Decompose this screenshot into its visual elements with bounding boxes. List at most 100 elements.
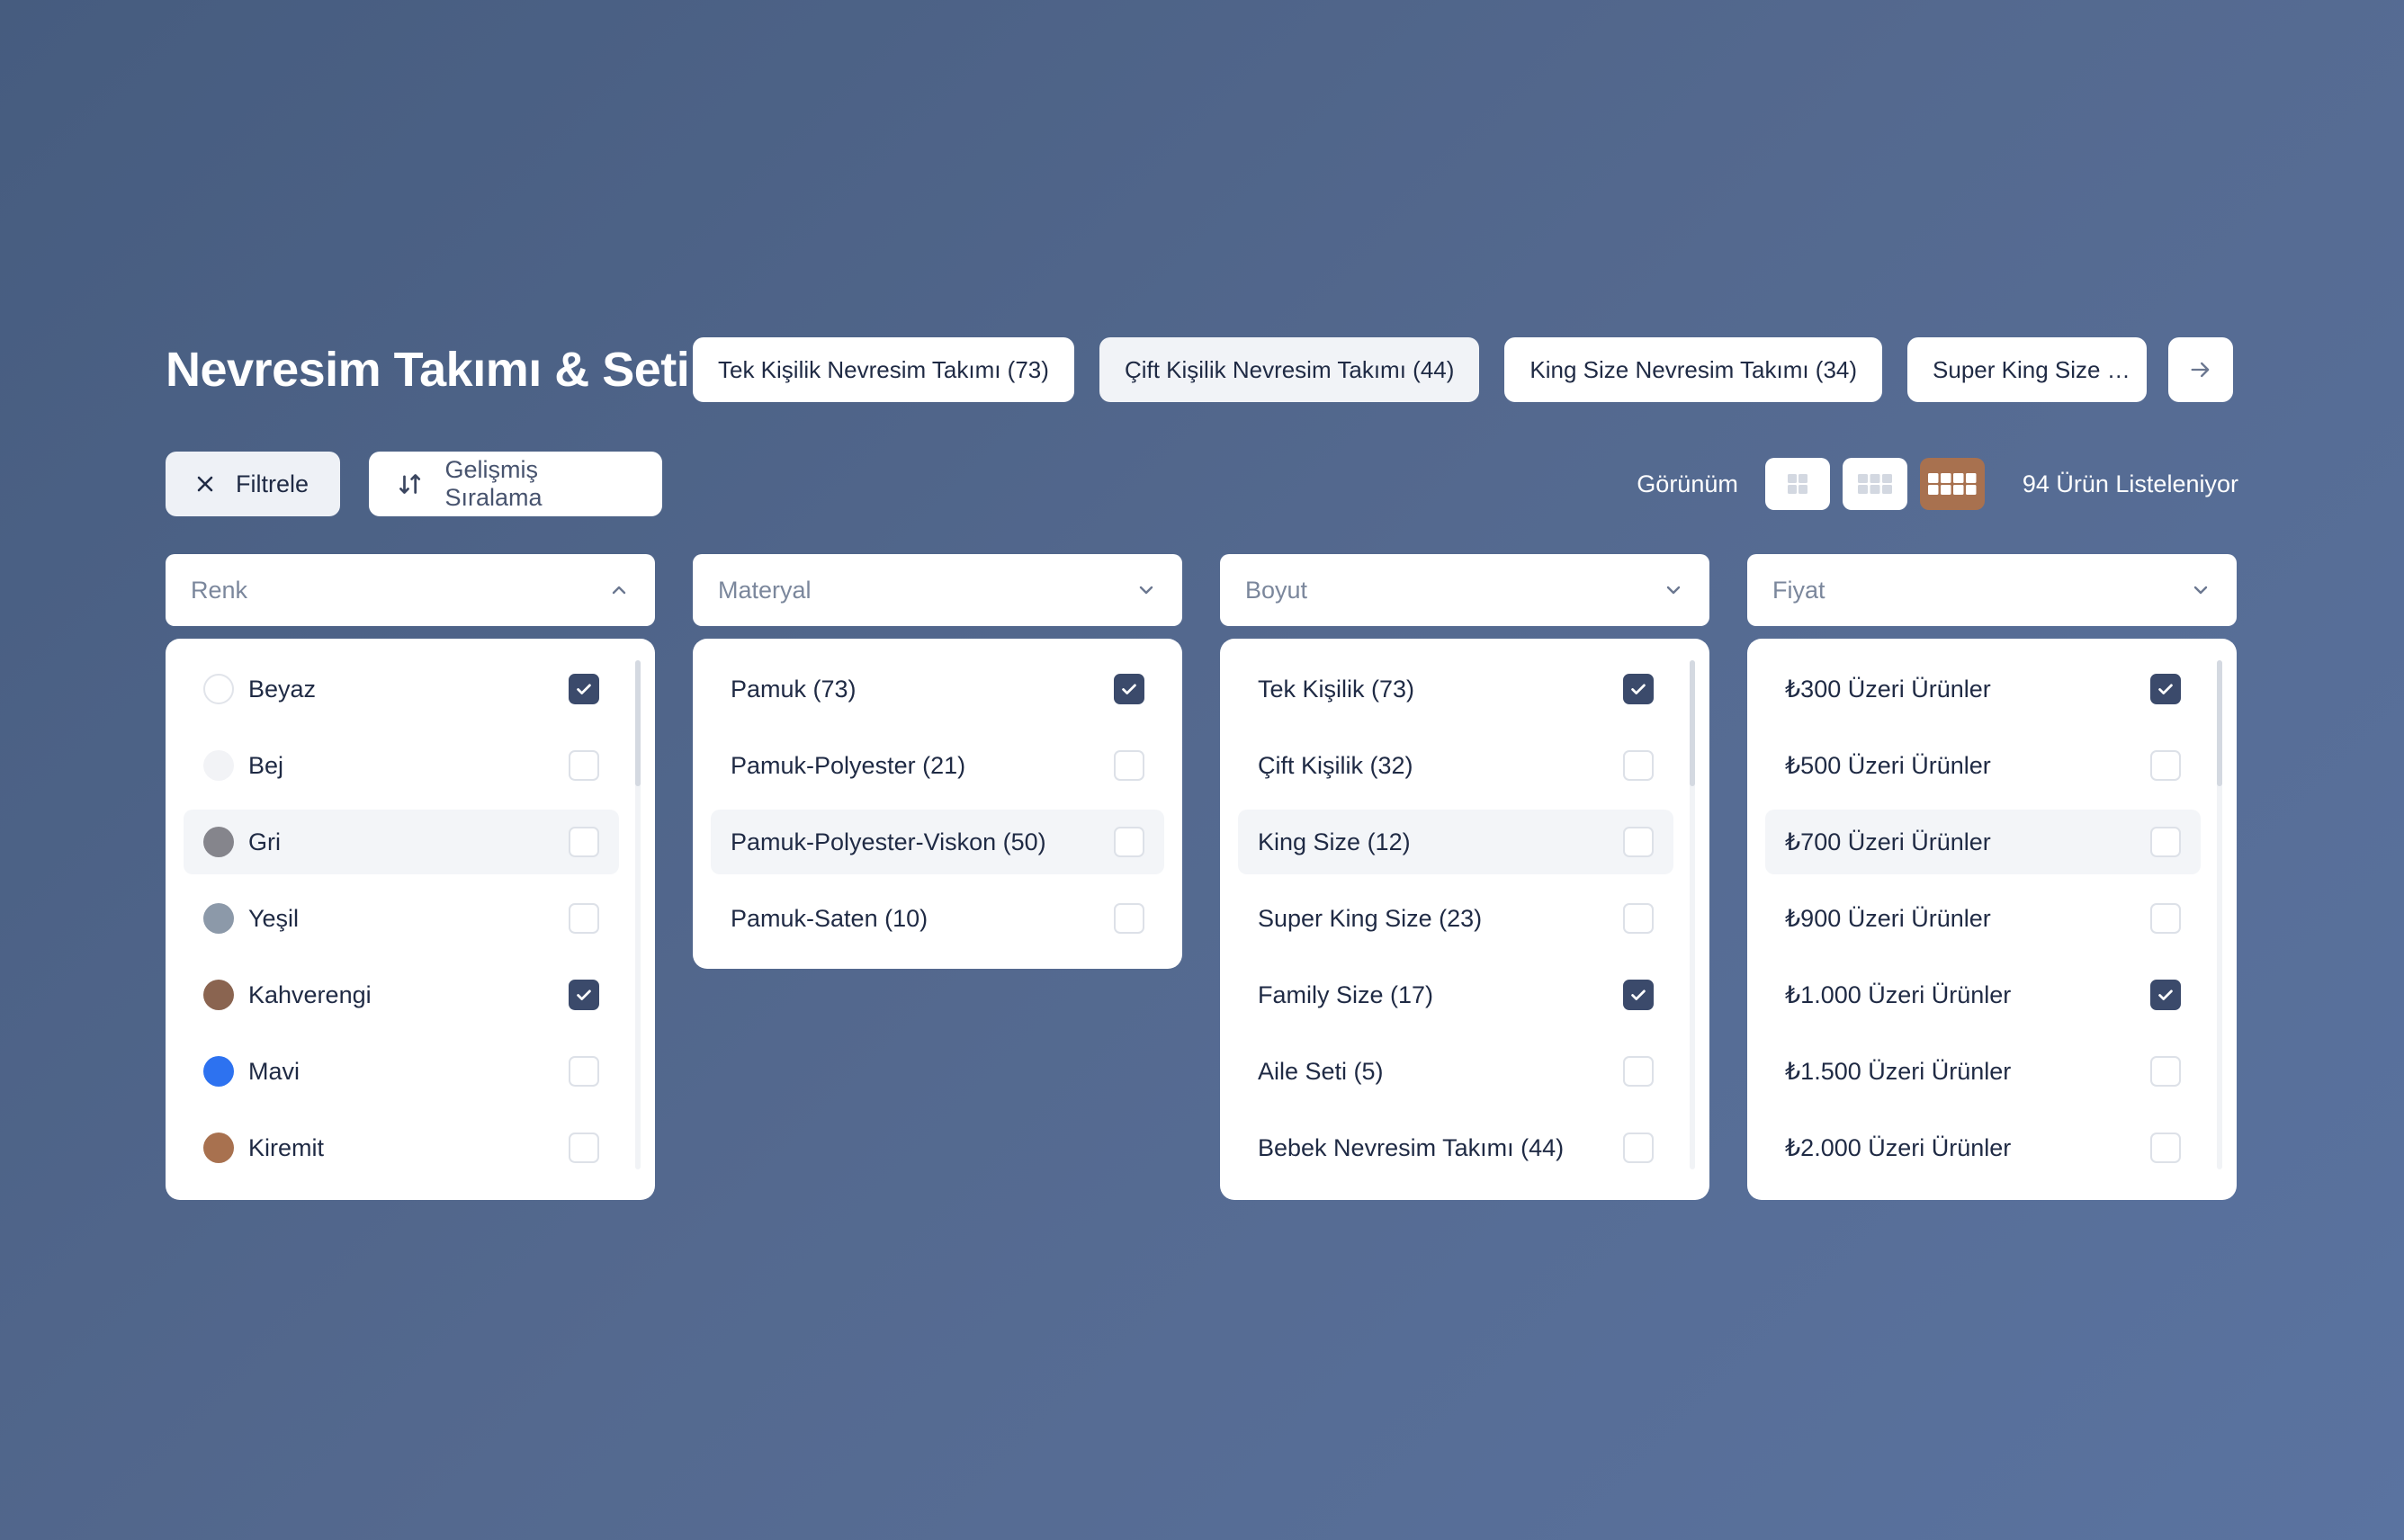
checkbox[interactable] — [1623, 827, 1654, 857]
checkbox[interactable] — [1114, 674, 1144, 704]
scrollbar-thumb[interactable] — [1690, 660, 1695, 786]
color-swatch — [203, 1056, 234, 1087]
color-option-bej[interactable]: Bej — [184, 733, 619, 798]
checkbox[interactable] — [569, 980, 599, 1010]
color-swatch — [203, 674, 234, 704]
arrow-right-icon — [2191, 362, 2210, 378]
material-filter-select[interactable]: Materyal — [693, 554, 1182, 626]
checkbox[interactable] — [569, 827, 599, 857]
checkbox[interactable] — [1623, 750, 1654, 781]
material-option[interactable]: Pamuk-Polyester (21) — [711, 733, 1164, 798]
checkbox[interactable] — [2150, 1133, 2181, 1163]
checkbox[interactable] — [2150, 827, 2181, 857]
checkbox[interactable] — [1623, 1056, 1654, 1087]
category-chip-king[interactable]: King Size Nevresim Takımı (34) — [1504, 337, 1883, 402]
chevron-down-icon — [1139, 586, 1153, 595]
scrollbar-thumb[interactable] — [2217, 660, 2222, 786]
filter-toggle-button[interactable]: Filtrele — [166, 452, 340, 516]
option-label: ₺500 Üzeri Ürünler — [1785, 751, 1991, 779]
price-option[interactable]: ₺300 Üzeri Ürünler — [1765, 657, 2201, 721]
material-option[interactable]: Pamuk-Saten (10) — [711, 886, 1164, 951]
checkbox[interactable] — [2150, 750, 2181, 781]
check-icon — [1122, 684, 1136, 694]
checkbox[interactable] — [2150, 1056, 2181, 1087]
chevron-up-icon — [612, 586, 626, 595]
category-chip-super-king[interactable]: Super King Size N... — [1907, 337, 2148, 402]
size-option[interactable]: Super King Size (23) — [1238, 886, 1673, 951]
view-grid-4-button[interactable] — [1919, 458, 1985, 510]
color-option-mavi[interactable]: Mavi — [184, 1039, 619, 1104]
price-option[interactable]: ₺1.500 Üzeri Ürünler — [1765, 1039, 2201, 1104]
checkbox[interactable] — [1623, 1133, 1654, 1163]
size-panel-scrollbar[interactable] — [1690, 660, 1695, 1169]
size-option[interactable]: Tek Kişilik (73) — [1238, 657, 1673, 721]
color-option-gri[interactable]: Gri — [184, 810, 619, 874]
scrollbar-thumb[interactable] — [635, 660, 641, 786]
color-option-kiremit[interactable]: Kiremit — [184, 1115, 619, 1180]
checkbox[interactable] — [1623, 674, 1654, 704]
check-icon — [1631, 684, 1646, 694]
category-chip-double[interactable]: Çift Kişilik Nevresim Takımı (44) — [1099, 337, 1480, 402]
size-option[interactable]: Çift Kişilik (32) — [1238, 733, 1673, 798]
checkbox[interactable] — [569, 1056, 599, 1087]
size-option[interactable]: Bebek Nevresim Takımı (44) — [1238, 1115, 1673, 1180]
price-filter-placeholder: Fiyat — [1772, 576, 1825, 604]
checkbox[interactable] — [1114, 750, 1144, 781]
category-chip-label: Tek Kişilik Nevresim Takımı (73) — [718, 355, 1049, 383]
advanced-sort-button[interactable]: Gelişmiş Sıralama — [369, 452, 662, 516]
checkbox[interactable] — [569, 1133, 599, 1163]
material-option[interactable]: Pamuk-Polyester-Viskon (50) — [711, 810, 1164, 874]
view-grid-3-button[interactable] — [1842, 458, 1907, 510]
option-label: Gri — [248, 828, 281, 855]
checkbox[interactable] — [1623, 980, 1654, 1010]
filter-page: Nevresim Takımı & Seti Tek Kişilik Nevre… — [166, 336, 2238, 1200]
option-label: Beyaz — [248, 675, 317, 703]
color-filter-placeholder: Renk — [191, 576, 248, 604]
material-option[interactable]: Pamuk (73) — [711, 657, 1164, 721]
category-next-button[interactable] — [2168, 337, 2234, 402]
price-option[interactable]: ₺1.000 Üzeri Ürünler — [1765, 962, 2201, 1027]
material-filter-panel: Pamuk (73) Pamuk-Polyester (21) Pamuk-Po… — [693, 639, 1182, 969]
option-label: Bebek Nevresim Takımı (44) — [1258, 1133, 1565, 1161]
category-chip-label: King Size Nevresim Takımı (34) — [1529, 355, 1858, 383]
checkbox[interactable] — [1114, 827, 1144, 857]
price-option[interactable]: ₺700 Üzeri Ürünler — [1765, 810, 2201, 874]
color-option-beyaz[interactable]: Beyaz — [184, 657, 619, 721]
view-grid-2-button[interactable] — [1764, 458, 1830, 510]
price-option[interactable]: ₺2.000 Üzeri Ürünler — [1765, 1115, 2201, 1180]
price-option[interactable]: ₺900 Üzeri Ürünler — [1765, 886, 2201, 951]
size-option[interactable]: Family Size (17) — [1238, 962, 1673, 1027]
color-option-kahverengi[interactable]: Kahverengi — [184, 962, 619, 1027]
check-icon — [1631, 989, 1646, 1000]
sort-arrows-icon — [399, 474, 421, 494]
size-filter-select[interactable]: Boyut — [1220, 554, 1709, 626]
color-filter-panel: Beyaz Bej Gri Yeşil Kahverengi Mavi Kire… — [166, 639, 655, 1200]
checkbox[interactable] — [2150, 674, 2181, 704]
size-option[interactable]: Aile Seti (5) — [1238, 1039, 1673, 1104]
color-option-yesil[interactable]: Yeşil — [184, 886, 619, 951]
check-icon — [577, 989, 591, 1000]
chevron-down-icon — [1666, 586, 1681, 595]
category-chip-single[interactable]: Tek Kişilik Nevresim Takımı (73) — [693, 337, 1074, 402]
checkbox[interactable] — [569, 903, 599, 934]
checkbox[interactable] — [1623, 903, 1654, 934]
checkbox[interactable] — [2150, 980, 2181, 1010]
category-chips: Tek Kişilik Nevresim Takımı (73) Çift Ki… — [693, 337, 2234, 402]
checkbox[interactable] — [569, 674, 599, 704]
color-filter-select[interactable]: Renk — [166, 554, 655, 626]
material-filter-placeholder: Materyal — [718, 576, 812, 604]
option-label: Mavi — [248, 1057, 300, 1085]
size-option[interactable]: King Size (12) — [1238, 810, 1673, 874]
checkbox[interactable] — [2150, 903, 2181, 934]
color-panel-scrollbar[interactable] — [635, 660, 641, 1169]
category-chip-label: Super King Size N... — [1933, 355, 2133, 383]
check-icon — [577, 684, 591, 694]
checkbox[interactable] — [1114, 903, 1144, 934]
price-panel-scrollbar[interactable] — [2217, 660, 2222, 1169]
option-label: Pamuk-Polyester (21) — [731, 751, 966, 779]
price-option[interactable]: ₺500 Üzeri Ürünler — [1765, 733, 2201, 798]
header-row: Nevresim Takımı & Seti Tek Kişilik Nevre… — [166, 336, 2238, 403]
view-controls: Görünüm 94 Ürün Listeleniyor — [1637, 458, 2238, 510]
price-filter-select[interactable]: Fiyat — [1747, 554, 2237, 626]
checkbox[interactable] — [569, 750, 599, 781]
